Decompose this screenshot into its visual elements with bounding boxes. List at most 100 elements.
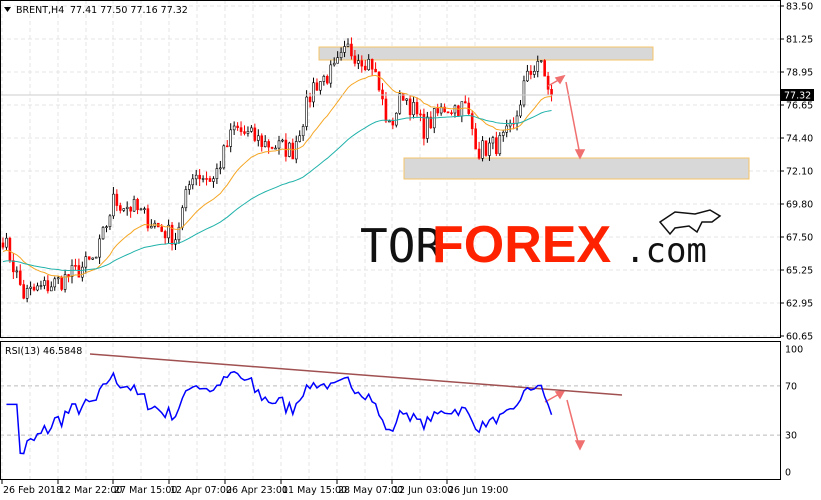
- candle: [94, 256, 98, 259]
- candle: [436, 108, 440, 114]
- candle: [274, 147, 277, 150]
- time-tick: 12 Jun 03:00: [393, 485, 453, 496]
- candle: [301, 126, 305, 137]
- candle: [536, 61, 540, 72]
- price-tick: 67.50: [786, 233, 813, 244]
- candle: [74, 265, 77, 267]
- logo-forex: FOREX: [432, 216, 611, 274]
- logo-com: .com: [625, 231, 707, 271]
- candle: [315, 82, 319, 91]
- candle: [129, 206, 132, 212]
- candle: [229, 129, 232, 147]
- candle: [532, 70, 536, 75]
- candle: [363, 65, 367, 71]
- candle: [519, 104, 522, 117]
- price-tick: 78.95: [786, 68, 813, 79]
- price-tick: 69.80: [786, 200, 813, 211]
- candle: [529, 70, 533, 75]
- candle: [412, 102, 415, 116]
- candle: [336, 57, 339, 64]
- candle: [325, 76, 329, 84]
- candle: [419, 113, 422, 116]
- chart-canvas[interactable]: TOR FOREX .com 83.50 81.25 78.95 76.65 74.40…: [0, 0, 821, 500]
- candle: [263, 141, 267, 147]
- candle: [184, 189, 188, 209]
- candle: [136, 199, 139, 211]
- candle: [43, 280, 46, 286]
- time-tick: 12 Mar 22:00: [59, 485, 122, 496]
- rsi-label: RSI(13) 46.5848: [5, 346, 82, 357]
- candle: [18, 270, 22, 285]
- candle: [408, 98, 412, 116]
- candle: [46, 280, 50, 292]
- candle: [270, 146, 274, 149]
- candle: [60, 277, 63, 290]
- candle: [250, 127, 253, 132]
- candle: [353, 55, 357, 64]
- candle: [370, 59, 374, 70]
- candle: [139, 208, 143, 211]
- candle: [453, 105, 457, 114]
- candle: [319, 81, 322, 91]
- candle: [498, 135, 502, 155]
- candle: [150, 226, 153, 229]
- candle: [346, 43, 350, 47]
- candle: [305, 96, 308, 127]
- rsi-tick: 30: [785, 431, 797, 442]
- dropdown-icon[interactable]: [4, 7, 11, 12]
- candle: [515, 115, 519, 124]
- candle: [281, 139, 284, 142]
- time-tick: 26 Jun 19:00: [448, 485, 508, 496]
- logo-tor: TOR: [360, 219, 443, 273]
- candle: [522, 80, 526, 106]
- time-tick: 27 Mar 15:00: [114, 485, 177, 496]
- candle: [22, 284, 26, 299]
- candle: [143, 208, 146, 210]
- candle: [312, 82, 315, 103]
- candle: [377, 71, 381, 91]
- candle: [277, 140, 281, 149]
- candle: [25, 288, 29, 299]
- candle: [32, 286, 36, 291]
- logo: TOR FOREX .com: [360, 209, 722, 274]
- candle: [15, 270, 19, 273]
- candle: [495, 137, 498, 155]
- candle: [215, 168, 219, 179]
- candle: [394, 112, 398, 126]
- candle: [12, 260, 15, 273]
- candle: [84, 256, 88, 268]
- candle: [225, 145, 229, 148]
- candle: [388, 120, 391, 123]
- candle: [260, 135, 264, 147]
- candle: [256, 135, 260, 141]
- candle: [122, 208, 126, 211]
- candle: [484, 140, 488, 156]
- candle: [343, 46, 346, 53]
- ohlc-values: 77.41 77.50 77.16 77.32: [70, 5, 188, 16]
- candle: [446, 111, 450, 114]
- price-tick: 81.25: [786, 35, 813, 46]
- candle: [474, 128, 477, 150]
- candle: [29, 286, 32, 289]
- price-tick: 72.10: [786, 167, 813, 178]
- candle: [91, 257, 94, 260]
- rsi-axis: 100 70 30 0: [785, 345, 803, 479]
- candle: [239, 127, 243, 132]
- candle: [367, 59, 371, 71]
- support-zone[interactable]: [403, 157, 750, 180]
- candle: [112, 193, 115, 217]
- candle: [212, 178, 215, 182]
- candle: [81, 266, 84, 278]
- candle: [463, 101, 467, 104]
- candle: [236, 125, 239, 128]
- candle: [253, 127, 257, 141]
- candle: [87, 256, 91, 260]
- time-tick: 26 Feb 2018: [3, 485, 62, 496]
- candle: [194, 174, 198, 180]
- current-price: 77.32: [784, 91, 811, 102]
- candle: [481, 140, 484, 159]
- candle: [415, 102, 419, 115]
- candle: [329, 64, 333, 84]
- rsi-tick: 0: [785, 468, 791, 479]
- candle: [53, 278, 57, 288]
